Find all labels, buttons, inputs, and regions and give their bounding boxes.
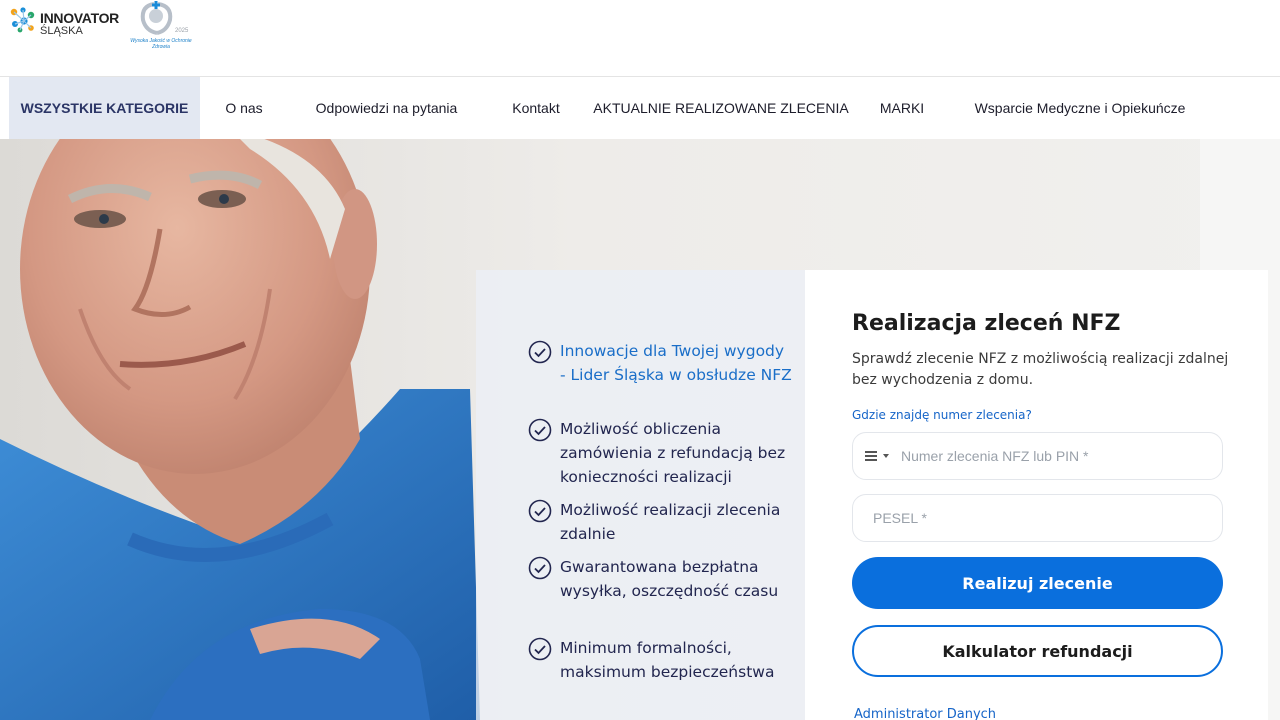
- feature-text: Innowacje dla Twojej wygody - Lider Śląs…: [560, 342, 792, 384]
- data-administrator-link[interactable]: Administrator Danych: [854, 707, 996, 720]
- feature-item: Gwarantowana bezpłatna wysyłka, oszczędn…: [528, 555, 792, 603]
- pesel-placeholder: PESEL *: [873, 510, 927, 526]
- feature-item: Możliwość obliczenia zamówienia z refund…: [528, 417, 792, 489]
- nav-item-medical-support[interactable]: Wsparcie Medyczne i Opiekuńcze: [958, 77, 1202, 139]
- innowator-logo-icon: [9, 6, 37, 34]
- check-circle-icon: [528, 499, 552, 523]
- order-number-input[interactable]: Numer zlecenia NFZ lub PIN *: [852, 432, 1223, 480]
- form-title: Realizacja zleceń NFZ: [852, 311, 1121, 336]
- badge-year: 2025: [175, 28, 189, 34]
- feature-item: Możliwość realizacji zlecenia zdalnie: [528, 498, 792, 546]
- check-circle-icon: [528, 340, 552, 364]
- nav-item-about[interactable]: O nas: [214, 77, 274, 139]
- feature-text: Gwarantowana bezpłatna wysyłka, oszczędn…: [560, 558, 779, 600]
- check-circle-icon: [528, 556, 552, 580]
- main-navigation: WSZYSTKIE KATEGORIE O nas Odpowiedzi na …: [0, 77, 1280, 139]
- order-number-help-link[interactable]: Gdzie znajdę numer zlecenia?: [852, 408, 1032, 422]
- submit-order-button[interactable]: Realizuj zlecenie: [852, 557, 1223, 609]
- nav-item-current-orders[interactable]: AKTUALNIE REALIZOWANE ZLECENIA: [593, 77, 848, 139]
- innowator-logo[interactable]: INNOVATOR ŚLĄSKA: [9, 6, 119, 37]
- badge-caption: Wysoka Jakość w Ochronie Zdrowia: [130, 38, 192, 50]
- order-number-placeholder: Numer zlecenia NFZ lub PIN *: [901, 448, 1089, 464]
- nav-item-brands[interactable]: MARKI: [870, 77, 934, 139]
- feature-text: Możliwość realizacji zlecenia zdalnie: [560, 501, 781, 543]
- nav-item-all-categories[interactable]: WSZYSTKIE KATEGORIE: [9, 77, 200, 139]
- refund-calculator-button[interactable]: Kalkulator refundacji: [852, 625, 1223, 677]
- nav-item-faq[interactable]: Odpowiedzi na pytania: [298, 77, 475, 139]
- logo-subtitle: ŚLĄSKA: [40, 25, 83, 37]
- check-circle-icon: [528, 637, 552, 661]
- form-description: Sprawdź zlecenie NFZ z możliwością reali…: [852, 351, 1229, 388]
- chevron-down-icon[interactable]: [883, 454, 889, 458]
- feature-item: Minimum formalności, maksimum bezpieczeń…: [528, 636, 792, 684]
- hero-section: Innowacje dla Twojej wygody - Lider Śląs…: [0, 139, 1280, 720]
- feature-item: Innowacje dla Twojej wygody - Lider Śląs…: [528, 339, 792, 387]
- feature-text: Możliwość obliczenia zamówienia z refund…: [560, 420, 786, 486]
- site-header: INNOVATOR ŚLĄSKA 2025 Wysoka Jakość w Oc…: [0, 0, 1280, 77]
- nfz-order-form: Realizacja zleceń NFZ Sprawdź zlecenie N…: [805, 270, 1268, 720]
- list-menu-icon[interactable]: [865, 451, 877, 461]
- pesel-input[interactable]: PESEL *: [852, 494, 1223, 542]
- logo-title: INNOVATOR: [40, 10, 119, 26]
- feature-text: Minimum formalności, maksimum bezpieczeń…: [560, 639, 775, 681]
- check-circle-icon: [528, 418, 552, 442]
- nav-item-contact[interactable]: Kontakt: [500, 77, 572, 139]
